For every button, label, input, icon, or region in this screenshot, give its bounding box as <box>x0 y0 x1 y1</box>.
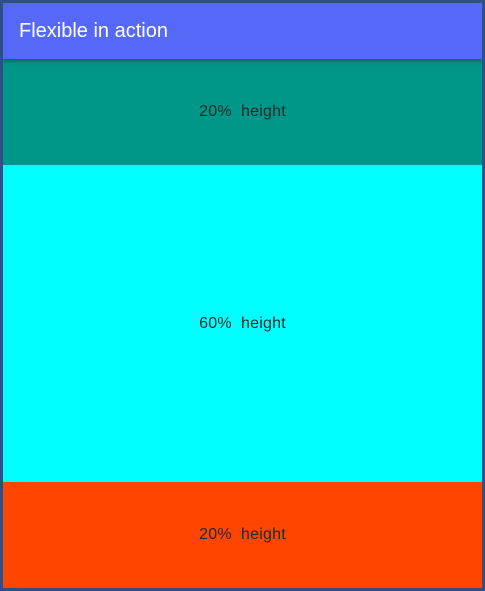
flexible-column: 20% height 60% height 20% height <box>3 59 482 588</box>
section-label: 20% height <box>199 526 286 544</box>
flexible-section-middle: 60% height <box>3 164 482 483</box>
app-bar: Flexible in action <box>3 3 482 59</box>
app-bar-title: Flexible in action <box>19 19 168 42</box>
flexible-section-bottom: 20% height <box>3 482 482 588</box>
flexible-section-top: 20% height <box>3 59 482 165</box>
section-label: 60% height <box>199 314 286 332</box>
section-label: 20% height <box>199 102 286 120</box>
app-window: Flexible in action 20% height 60% height… <box>3 3 482 588</box>
